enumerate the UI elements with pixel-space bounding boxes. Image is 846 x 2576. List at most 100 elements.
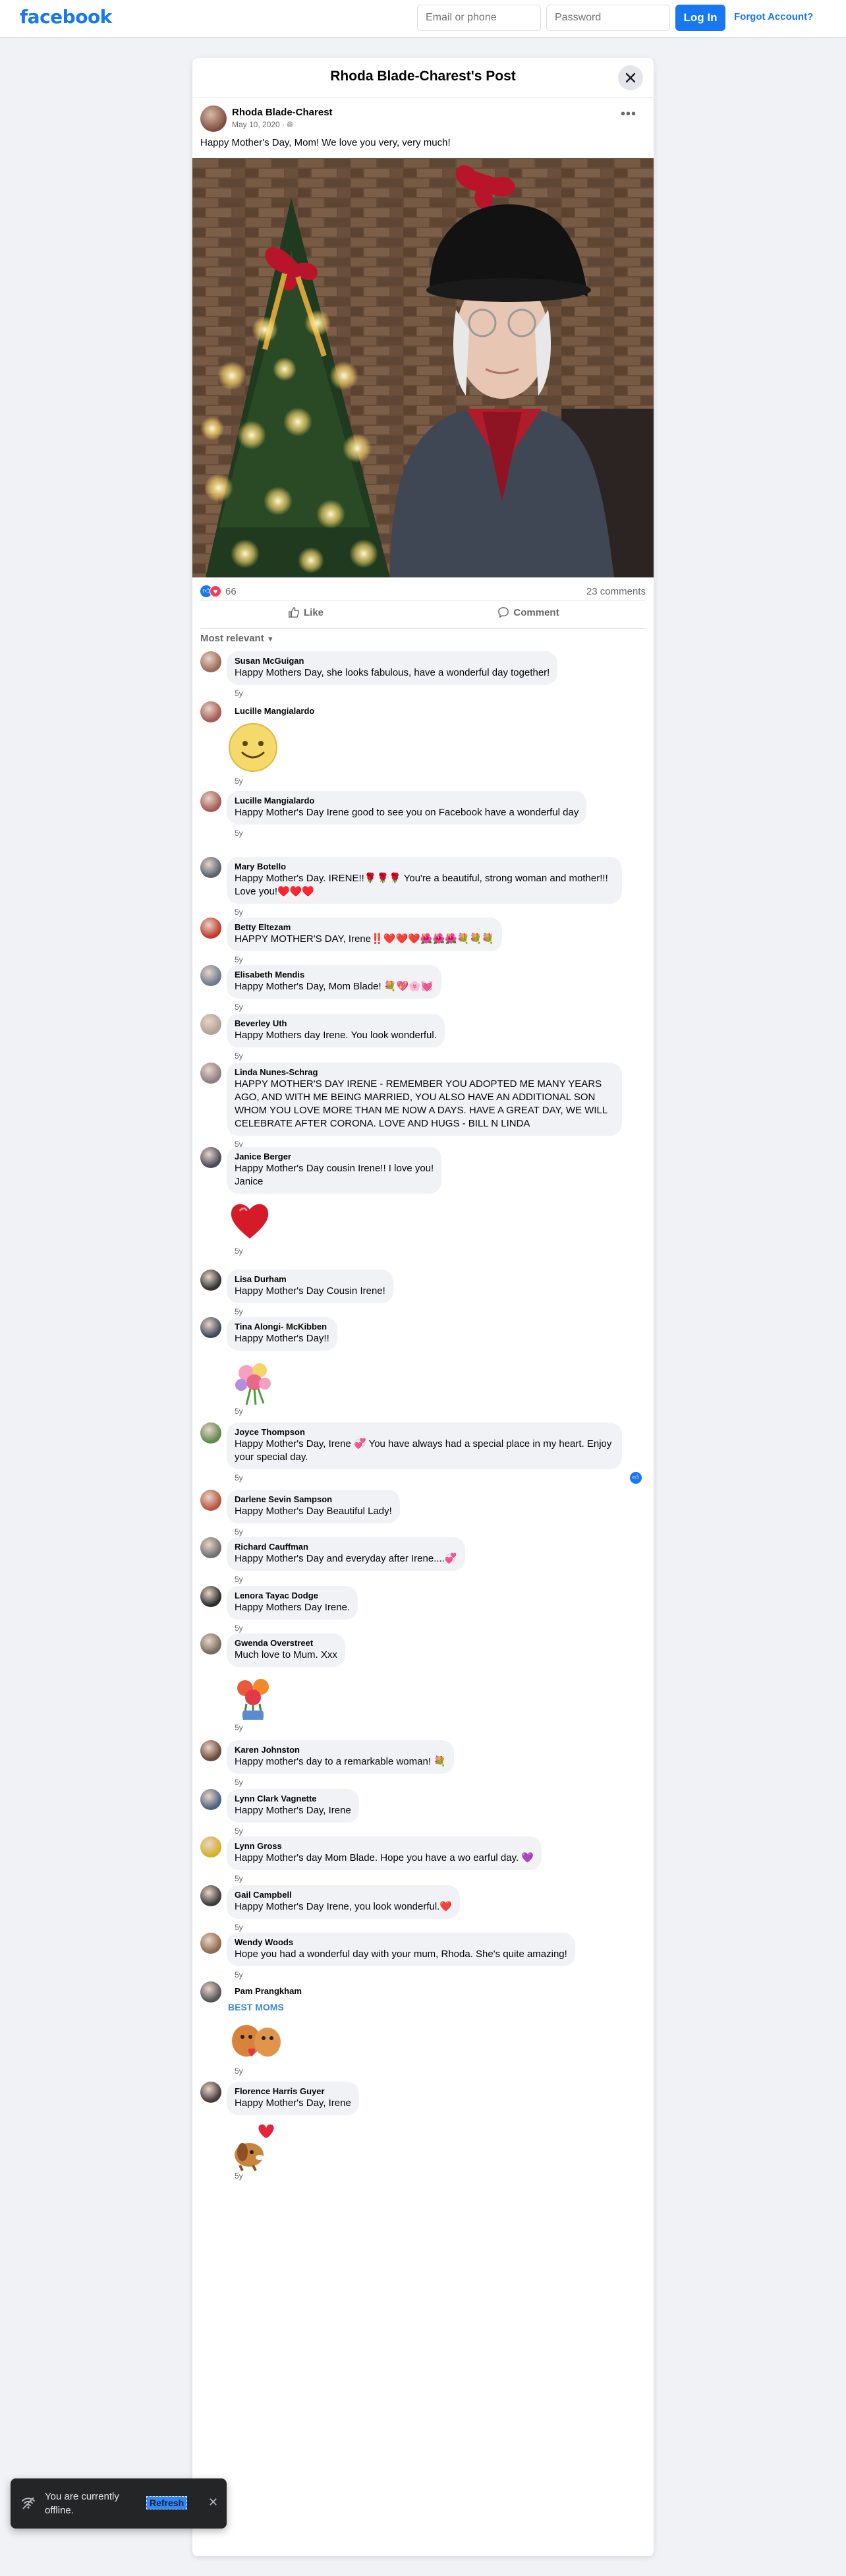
commenter-name[interactable]: Gail Campbell	[235, 1890, 452, 1900]
comment-timestamp[interactable]: 5y	[235, 1778, 243, 1787]
commenter-name[interactable]: Joyce Thompson	[235, 1427, 614, 1438]
avatar[interactable]	[200, 857, 221, 878]
commenter-name[interactable]: Florence Harris Guyer	[235, 2086, 351, 2097]
refresh-link[interactable]: Refresh	[146, 2496, 188, 2509]
avatar[interactable]	[200, 1063, 221, 1084]
author-name[interactable]: Rhoda Blade-Charest	[232, 107, 333, 118]
close-icon[interactable]: ✕	[208, 2496, 218, 2509]
comment-timestamp[interactable]: 5y	[235, 1003, 243, 1012]
commenter-name[interactable]: Beverley Uth	[235, 1018, 437, 1029]
avatar[interactable]	[200, 791, 221, 812]
dog-heart-sticker[interactable]	[227, 2119, 279, 2175]
email-field[interactable]	[417, 5, 541, 31]
commenter-name[interactable]: Linda Nunes-Schrag	[235, 1067, 614, 1078]
commenter-name[interactable]: Janice Berger	[235, 1152, 434, 1162]
avatar[interactable]	[200, 2082, 221, 2103]
commenter-name[interactable]: Susan McGuigan	[235, 656, 550, 666]
avatar[interactable]	[200, 1981, 221, 2003]
comment-timestamp[interactable]: 5y	[235, 955, 243, 964]
avatar[interactable]	[200, 1885, 221, 1906]
reaction-count[interactable]: 66	[225, 586, 237, 597]
like-button[interactable]: Like	[200, 606, 411, 625]
comment-bubble: Lenora Tayac Dodge Happy Mothers Day Iren…	[227, 1586, 358, 1620]
avatar[interactable]	[200, 1633, 221, 1654]
sort-dropdown[interactable]: Most relevant ▼	[200, 633, 274, 644]
commenter-name[interactable]: Tina Alongi- McKibben	[235, 1322, 329, 1332]
avatar[interactable]	[200, 1537, 221, 1558]
bouquet-sticker[interactable]	[227, 1355, 279, 1411]
comment-timestamp[interactable]: 5y	[235, 689, 243, 698]
close-button[interactable]	[618, 65, 643, 90]
comment-timestamp[interactable]: 5y	[235, 1923, 243, 1932]
comment-timestamp[interactable]: 5y	[235, 776, 243, 786]
avatar[interactable]	[200, 1422, 221, 1444]
avatar[interactable]	[200, 1270, 221, 1291]
avatar[interactable]	[200, 1317, 221, 1338]
commenter-name[interactable]: Lisa Durham	[235, 1274, 385, 1285]
avatar[interactable]	[200, 701, 221, 722]
commenter-name[interactable]: Lenora Tayac Dodge	[235, 1591, 350, 1601]
heart-sticker[interactable]	[227, 1198, 273, 1247]
comment-timestamp[interactable]: 5y	[235, 2171, 243, 2181]
avatar[interactable]	[200, 965, 221, 986]
commenter-name[interactable]: Elisabeth Mendis	[235, 970, 434, 980]
avatar[interactable]	[200, 1147, 221, 1168]
comment-count[interactable]: 23 comments	[586, 586, 646, 597]
comment-timestamp[interactable]: 5y	[235, 1874, 243, 1883]
comment-timestamp[interactable]: 5y	[235, 1970, 243, 1979]
commenter-name[interactable]: Wendy Woods	[235, 1937, 567, 1948]
comment-text: Hope you had a wonderful day with your m…	[235, 1948, 567, 1960]
commenter-name[interactable]: Gwenda Overstreet	[235, 1638, 337, 1649]
commenter-name[interactable]: Richard Cauffman	[235, 1542, 457, 1552]
flowers-sticker[interactable]	[227, 1671, 279, 1727]
comment-timestamp[interactable]: 5y	[235, 1723, 243, 1732]
globe-icon: · 🌐︎	[282, 120, 293, 129]
comment-bubble: Lynn Gross Happy Mother's day Mom Blade. …	[227, 1836, 542, 1870]
forgot-account-link[interactable]: Forgot Account?	[734, 11, 813, 22]
avatar[interactable]	[200, 918, 221, 939]
facebook-logo[interactable]: facebook	[20, 6, 112, 28]
avatar[interactable]	[200, 1490, 221, 1511]
avatar[interactable]	[200, 1933, 221, 1954]
commenter-name[interactable]: Darlene Sevin Sampson	[235, 1494, 392, 1505]
login-button[interactable]: Log In	[675, 5, 725, 31]
comment-timestamp[interactable]: 5y	[235, 1246, 243, 1256]
post-date[interactable]: May 10, 2020	[232, 120, 280, 129]
more-options-button[interactable]: •••	[621, 107, 636, 122]
commenter-name[interactable]: Karen Johnston	[235, 1745, 446, 1755]
comment-timestamp[interactable]: 5y	[235, 1407, 243, 1416]
commenter-name[interactable]: Pam Prangkham	[235, 1986, 302, 1997]
commenter-name[interactable]: Lucille Mangialardo	[235, 706, 314, 717]
comment-timestamp[interactable]: 5y	[235, 1473, 243, 1482]
thumbs-up-icon	[289, 607, 300, 618]
comment-timestamp[interactable]: 5y	[235, 1307, 243, 1316]
comment-timestamp[interactable]: 5y	[235, 1575, 243, 1584]
post-photo[interactable]	[192, 158, 654, 577]
avatar[interactable]	[200, 1740, 221, 1761]
avatar[interactable]	[200, 651, 221, 672]
comment-timestamp[interactable]: 5y	[235, 1827, 243, 1836]
commenter-name[interactable]: Lynn Gross	[235, 1841, 534, 1852]
commenter-name[interactable]: Lynn Clark Vagnette	[235, 1794, 351, 1804]
avatar[interactable]	[200, 1586, 221, 1607]
avatar[interactable]	[200, 105, 227, 132]
avatar[interactable]	[200, 1014, 221, 1035]
comment-timestamp[interactable]: 5y	[235, 829, 243, 838]
commenter-name[interactable]: Betty Eltezam	[235, 922, 494, 933]
commenter-name[interactable]: Lucille Mangialardo	[235, 796, 578, 806]
commenter-name[interactable]: Mary Botello	[235, 862, 614, 872]
avatar[interactable]	[200, 1836, 221, 1858]
comment-timestamp[interactable]: 5y	[235, 2066, 243, 2076]
avatar[interactable]	[200, 1789, 221, 1810]
comment-button[interactable]: Comment	[423, 606, 634, 625]
like-badge-icon[interactable]: 👍︎	[630, 1472, 642, 1484]
smiley-sticker[interactable]	[227, 721, 279, 777]
comment-timestamp[interactable]: 5y	[235, 1527, 243, 1537]
comment-bubble: Gwenda Overstreet Much love to Mum. Xxx	[227, 1633, 345, 1667]
best-moms-sticker[interactable]: BEST MOMSBEST MOMS	[227, 2001, 286, 2067]
comment-timestamp[interactable]: 5y	[235, 1624, 243, 1633]
password-field[interactable]	[546, 5, 670, 31]
comment-timestamp[interactable]: 5y	[235, 1051, 243, 1061]
love-reaction-icon[interactable]: ♥	[210, 585, 221, 597]
comment-timestamp[interactable]: 5y	[235, 908, 243, 917]
